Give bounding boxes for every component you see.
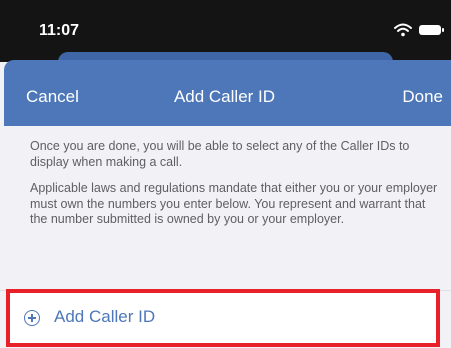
content-area: Once you are done, you will be able to s… (0, 126, 451, 348)
add-caller-id-label: Add Caller ID (54, 307, 156, 326)
status-time: 11:07 (39, 22, 80, 39)
status-icons (394, 22, 444, 38)
plus-circle-icon (24, 310, 40, 326)
done-button[interactable]: Done (402, 87, 443, 107)
nav-bar: Cancel Add Caller ID Done (4, 60, 451, 126)
wifi-icon (394, 23, 412, 37)
add-caller-id-button[interactable]: Add Caller ID (6, 289, 440, 347)
battery-icon (419, 25, 444, 35)
legal-text: Applicable laws and regulations mandate … (30, 181, 438, 226)
info-text: Once you are done, you will be able to s… (30, 139, 410, 169)
page-title: Add Caller ID (173, 87, 276, 106)
